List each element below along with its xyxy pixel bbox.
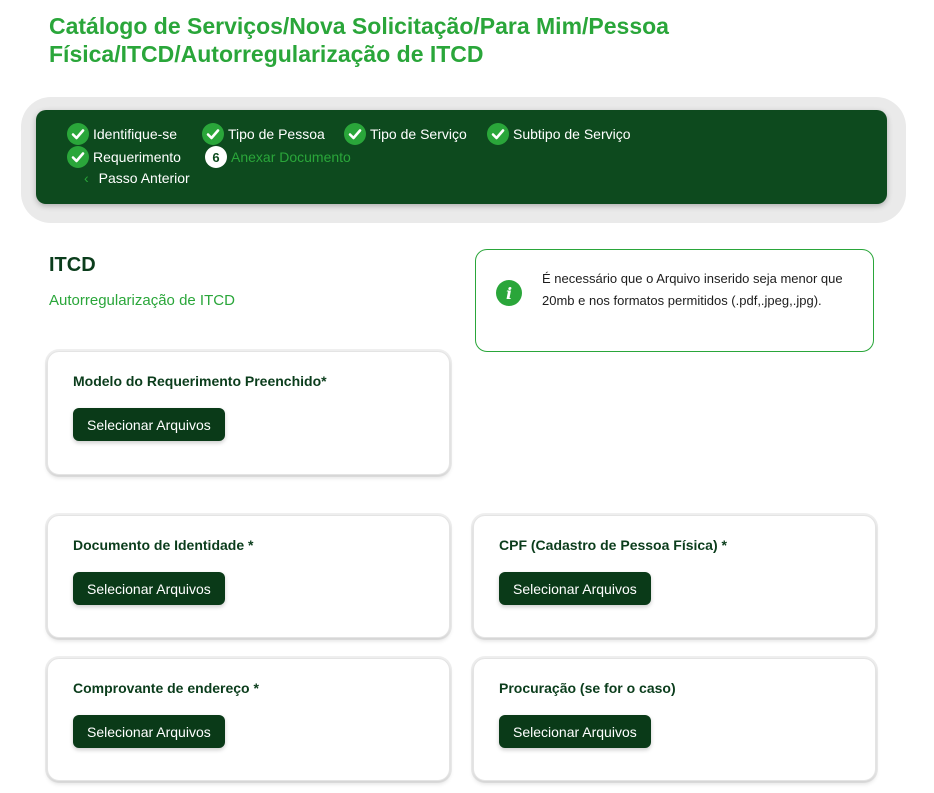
step-tipo-de-servico[interactable]: Tipo de Serviço <box>344 123 467 145</box>
select-files-button[interactable]: Selecionar Arquivos <box>73 572 225 605</box>
upload-label: CPF (Cadastro de Pessoa Física) * <box>499 537 727 553</box>
step-anexar-documento: 6 Anexar Documento <box>205 146 351 168</box>
upload-card-procuracao: Procuração (se for o caso) Selecionar Ar… <box>473 658 876 781</box>
step-label: Requerimento <box>93 149 181 165</box>
previous-step-label: Passo Anterior <box>98 170 190 186</box>
info-text: É necessário que o Arquivo inserido seja… <box>542 271 843 308</box>
stepper: Identifique-se Tipo de Pessoa Tipo de Se… <box>36 110 887 204</box>
step-label: Identifique-se <box>93 126 178 142</box>
page-title: Catálogo de Serviços/Nova Solicitação/Pa… <box>49 13 669 67</box>
section-subtitle: Autorregularização de ITCD <box>49 292 235 309</box>
step-label: Subtipo de Serviço <box>513 126 631 142</box>
section-title: ITCD <box>49 254 96 276</box>
upload-card-comprovante-endereco: Comprovante de endereço * Selecionar Arq… <box>47 658 450 781</box>
info-icon: i <box>496 280 522 306</box>
step-subtipo-de-servico[interactable]: Subtipo de Serviço <box>487 123 631 145</box>
step-number: 6 <box>205 146 227 168</box>
select-files-button[interactable]: Selecionar Arquivos <box>73 715 225 748</box>
step-label: Anexar Documento <box>231 149 351 165</box>
step-label: Tipo de Pessoa <box>228 126 325 142</box>
upload-label: Documento de Identidade * <box>73 537 254 553</box>
chevron-left-icon: ‹ <box>84 170 89 186</box>
select-files-button[interactable]: Selecionar Arquivos <box>73 408 225 441</box>
upload-card-modelo-requerimento: Modelo do Requerimento Preenchido* Selec… <box>47 351 450 475</box>
upload-label: Comprovante de endereço * <box>73 680 259 696</box>
check-icon <box>67 123 89 145</box>
step-identifique-se[interactable]: Identifique-se <box>67 123 177 145</box>
previous-step-link[interactable]: ‹ Passo Anterior <box>84 170 190 186</box>
upload-label: Modelo do Requerimento Preenchido* <box>73 373 327 389</box>
select-files-button[interactable]: Selecionar Arquivos <box>499 715 651 748</box>
check-icon <box>67 146 89 168</box>
select-files-button[interactable]: Selecionar Arquivos <box>499 572 651 605</box>
info-box: i É necessário que o Arquivo inserido se… <box>475 249 874 352</box>
upload-card-cpf: CPF (Cadastro de Pessoa Física) * Seleci… <box>473 515 876 638</box>
check-icon <box>344 123 366 145</box>
upload-label: Procuração (se for o caso) <box>499 680 676 696</box>
check-icon <box>487 123 509 145</box>
step-requerimento[interactable]: Requerimento <box>67 146 181 168</box>
step-tipo-de-pessoa[interactable]: Tipo de Pessoa <box>202 123 325 145</box>
check-icon <box>202 123 224 145</box>
upload-card-documento-identidade: Documento de Identidade * Selecionar Arq… <box>47 515 450 638</box>
step-label: Tipo de Serviço <box>370 126 467 142</box>
